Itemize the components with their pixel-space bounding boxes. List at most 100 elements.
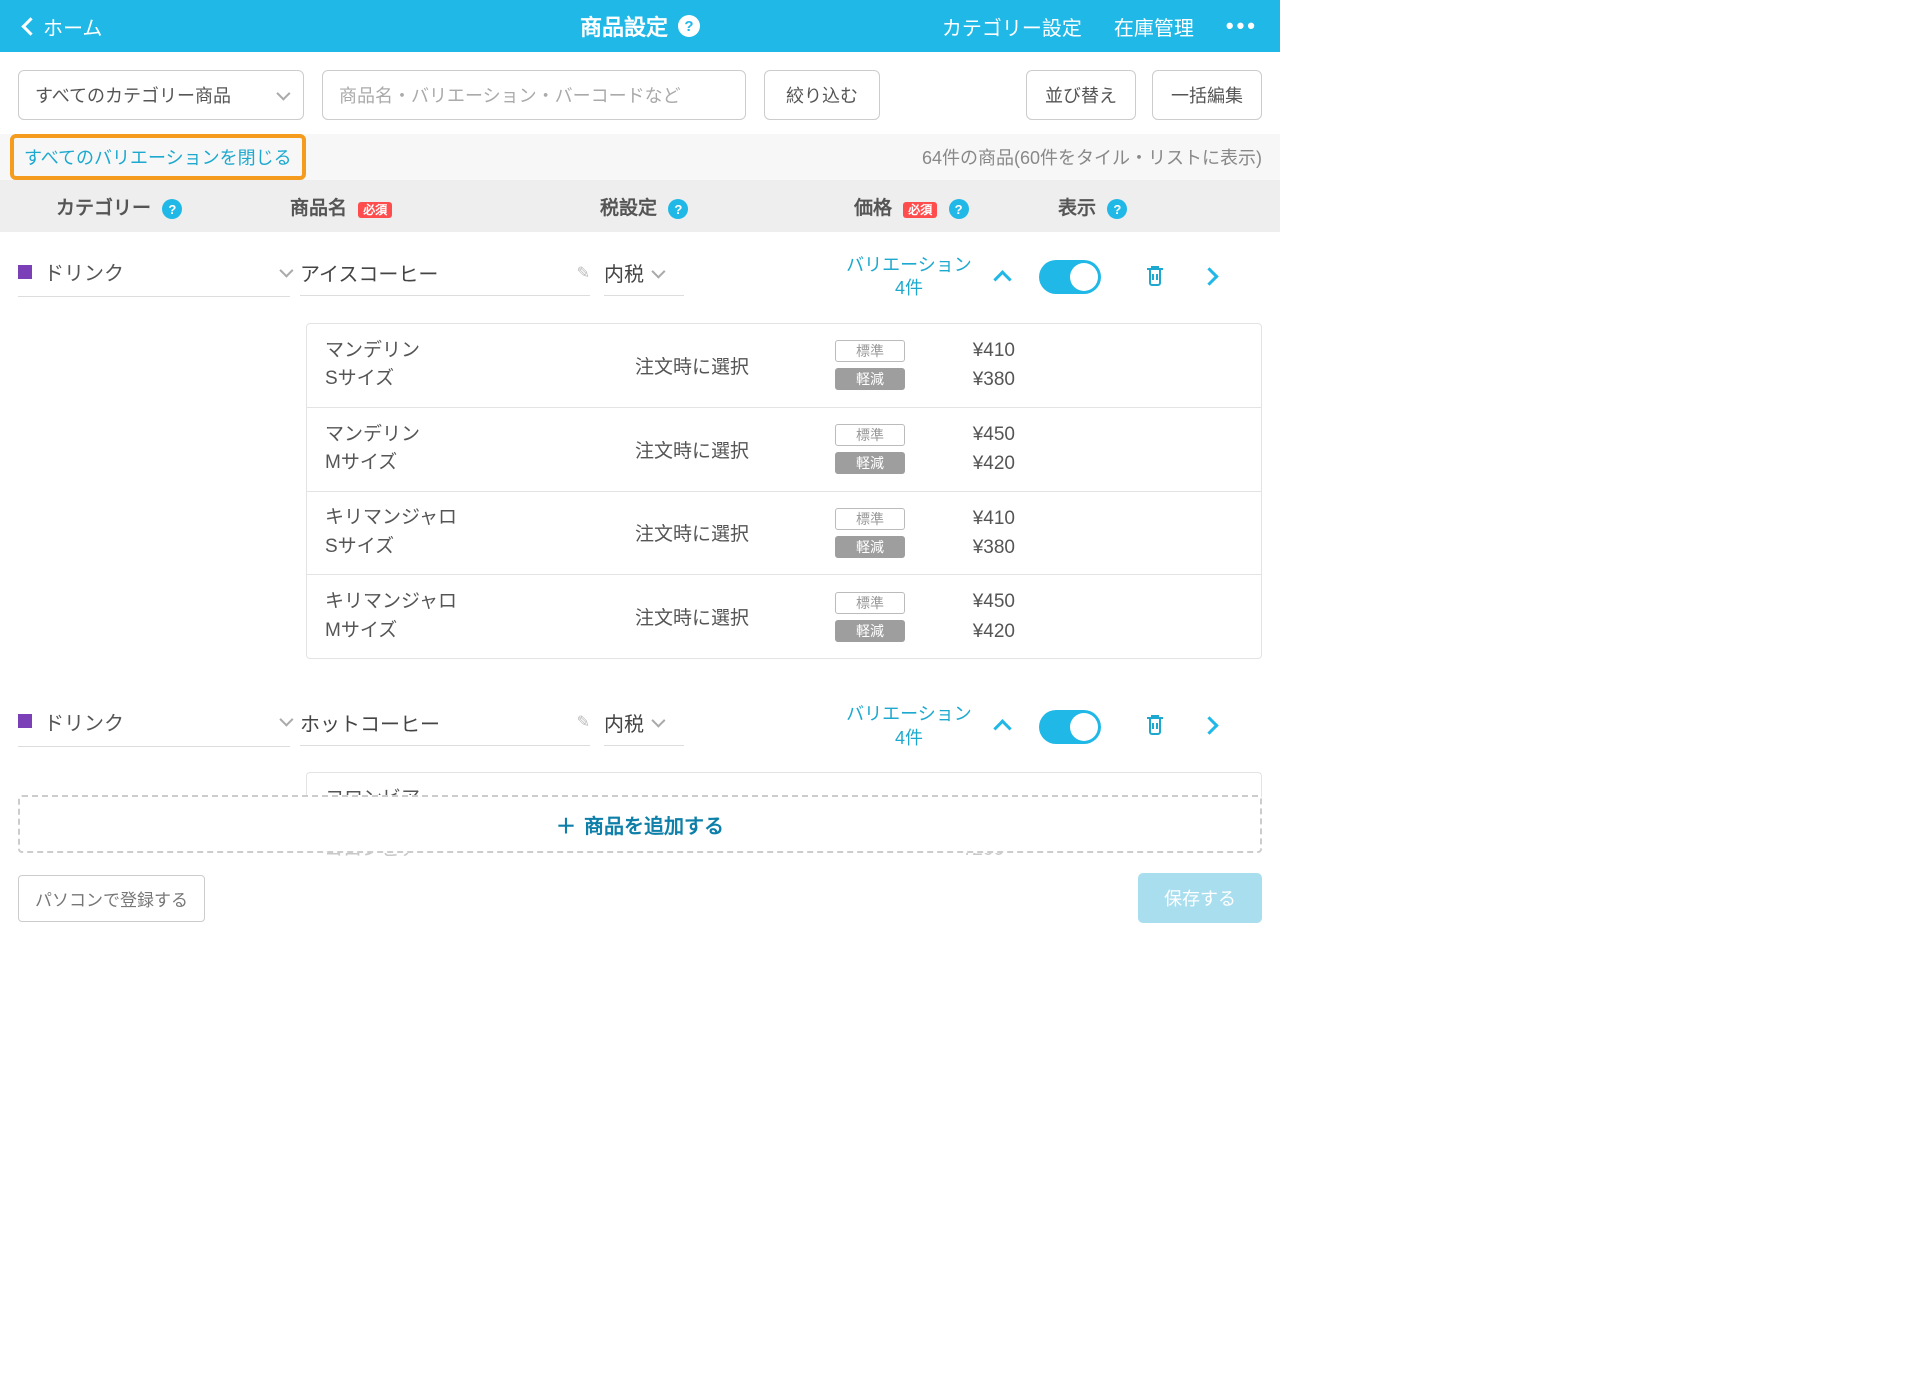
tax-tag-reduced: 軽減	[835, 368, 905, 390]
row-detail-button[interactable]	[1203, 716, 1216, 737]
close-all-variations-link[interactable]: すべてのバリエーションを閉じる	[10, 134, 306, 180]
help-icon[interactable]: ?	[162, 199, 182, 219]
tax-tag-standard: 標準	[835, 592, 905, 614]
tax-tag-standard: 標準	[835, 508, 905, 530]
help-icon[interactable]: ?	[668, 199, 688, 219]
category-color-swatch	[18, 265, 32, 279]
variation-name-line1: マンデリン	[325, 337, 635, 366]
variation-row[interactable]: マンデリン Sサイズ 注文時に選択 標準 軽減 ¥410 ¥380	[307, 324, 1261, 408]
add-product-button[interactable]: ＋ 商品を追加する	[18, 795, 1262, 853]
tax-tag-reduced: 軽減	[835, 620, 905, 642]
variation-row[interactable]: マンデリン Mサイズ 注文時に選択 標準 軽減 ¥450 ¥420	[307, 408, 1261, 492]
col-category-label: カテゴリー	[56, 198, 151, 219]
footer: パソコンで登録する 保存する	[0, 863, 1280, 933]
variation-name-line2: Sサイズ	[325, 533, 635, 562]
delete-button[interactable]	[1143, 711, 1167, 742]
category-select[interactable]: ドリンク	[18, 257, 290, 297]
search-input[interactable]: 商品名・バリエーション・バーコードなど	[322, 70, 746, 120]
variation-table: マンデリン Sサイズ 注文時に選択 標準 軽減 ¥410 ¥380 マンデリン …	[306, 323, 1262, 660]
tax-select[interactable]: 内税	[604, 258, 684, 296]
category-select[interactable]: ドリンク	[18, 707, 290, 747]
price-standard: ¥450	[905, 420, 1015, 449]
category-filter-label: すべてのカテゴリー商品	[35, 82, 231, 108]
tax-select[interactable]: 内税	[604, 708, 684, 746]
variation-row[interactable]: キリマンジャロ Mサイズ 注文時に選択 標準 軽減 ¥450 ¥420	[307, 575, 1261, 658]
category-name: ドリンク	[44, 257, 268, 286]
sort-label: 並び替え	[1045, 82, 1117, 108]
delete-button[interactable]	[1143, 262, 1167, 293]
chevron-right-icon	[1200, 716, 1218, 734]
tax-tag-reduced: 軽減	[835, 536, 905, 558]
chevron-down-icon	[651, 714, 665, 728]
nav-stock-management[interactable]: 在庫管理	[1114, 12, 1194, 41]
tax-text: 内税	[604, 708, 644, 737]
bulk-edit-button[interactable]: 一括編集	[1152, 70, 1262, 120]
price-standard: ¥410	[905, 504, 1015, 533]
help-icon[interactable]: ?	[949, 199, 969, 219]
chevron-down-icon	[651, 264, 665, 278]
col-display-label: 表示	[1058, 198, 1096, 219]
price-standard: ¥410	[905, 336, 1015, 365]
sort-button[interactable]: 並び替え	[1026, 70, 1136, 120]
display-toggle[interactable]	[1039, 260, 1101, 294]
pencil-icon: ✎	[577, 712, 590, 732]
back-label: ホーム	[43, 12, 102, 41]
variation-count: 4件	[834, 727, 984, 750]
chevron-down-icon	[279, 713, 293, 727]
plus-icon: ＋	[556, 810, 576, 839]
chevron-right-icon	[1200, 267, 1218, 285]
product-name-input[interactable]: ホットコーヒー ✎	[300, 708, 590, 746]
help-icon[interactable]: ?	[678, 15, 700, 37]
page-title: 商品設定 ?	[580, 10, 700, 42]
variation-label: バリエーション	[834, 703, 984, 726]
variation-name-line2: Mサイズ	[325, 617, 635, 646]
variation-count: 4件	[834, 277, 984, 300]
pencil-icon: ✎	[577, 263, 590, 283]
variation-info: バリエーション 4件	[834, 703, 984, 750]
variation-row[interactable]: キリマンジャロ Sサイズ 注文時に選択 標準 軽減 ¥410 ¥380	[307, 492, 1261, 576]
sub-bar: すべてのバリエーションを閉じる 64件の商品(60件をタイル・リストに表示)	[0, 134, 1280, 180]
back-button[interactable]: ホーム	[0, 12, 102, 41]
variation-tax-note: 注文時に選択	[635, 519, 835, 546]
variation-name-line1: マンデリン	[325, 421, 635, 450]
variation-name-line2: Mサイズ	[325, 449, 635, 478]
row-detail-button[interactable]	[1203, 267, 1216, 288]
variation-name-line1: キリマンジャロ	[325, 504, 635, 533]
register-on-pc-button[interactable]: パソコンで登録する	[18, 875, 205, 922]
price-reduced: ¥420	[905, 449, 1015, 478]
chevron-down-icon	[276, 87, 290, 101]
price-reduced: ¥380	[905, 365, 1015, 394]
tax-tag-standard: 標準	[835, 424, 905, 446]
filter-button[interactable]: 絞り込む	[764, 70, 880, 120]
product-row: ドリンク アイスコーヒー ✎ 内税 バリエーション 4件	[0, 232, 1280, 311]
bulk-label: 一括編集	[1171, 82, 1243, 108]
required-badge: 必須	[358, 202, 392, 218]
title-text: 商品設定	[580, 10, 668, 42]
tax-tag-standard: 標準	[835, 340, 905, 362]
toolbar: すべてのカテゴリー商品 商品名・バリエーション・バーコードなど 絞り込む 並び替…	[0, 52, 1280, 134]
product-name-text: ホットコーヒー	[300, 708, 567, 737]
display-toggle[interactable]	[1039, 710, 1101, 744]
variation-tax-note: 注文時に選択	[635, 603, 835, 630]
app-header: ホーム 商品設定 ? カテゴリー設定 在庫管理 •••	[0, 0, 1280, 52]
price-reduced: ¥420	[905, 617, 1015, 646]
required-badge: 必須	[903, 202, 937, 218]
column-headers: カテゴリー ? 商品名 必須 税設定 ? 価格 必須 ? 表示 ?	[0, 180, 1280, 232]
add-product-label: 商品を追加する	[584, 810, 724, 839]
save-button[interactable]: 保存する	[1138, 873, 1262, 923]
category-filter-select[interactable]: すべてのカテゴリー商品	[18, 70, 304, 120]
collapse-variations-button[interactable]	[996, 716, 1009, 737]
category-color-swatch	[18, 714, 32, 728]
help-icon[interactable]: ?	[1107, 199, 1127, 219]
chevron-up-icon	[993, 719, 1011, 737]
collapse-variations-button[interactable]	[996, 267, 1009, 288]
register-pc-label: パソコンで登録する	[35, 891, 188, 910]
product-name-input[interactable]: アイスコーヒー ✎	[300, 258, 590, 296]
chevron-up-icon	[993, 270, 1011, 288]
trash-icon	[1143, 262, 1167, 288]
tax-text: 内税	[604, 258, 644, 287]
category-name: ドリンク	[44, 707, 268, 736]
nav-category-settings[interactable]: カテゴリー設定	[942, 12, 1082, 41]
more-menu-icon[interactable]: •••	[1226, 13, 1258, 39]
price-reduced: ¥380	[905, 533, 1015, 562]
